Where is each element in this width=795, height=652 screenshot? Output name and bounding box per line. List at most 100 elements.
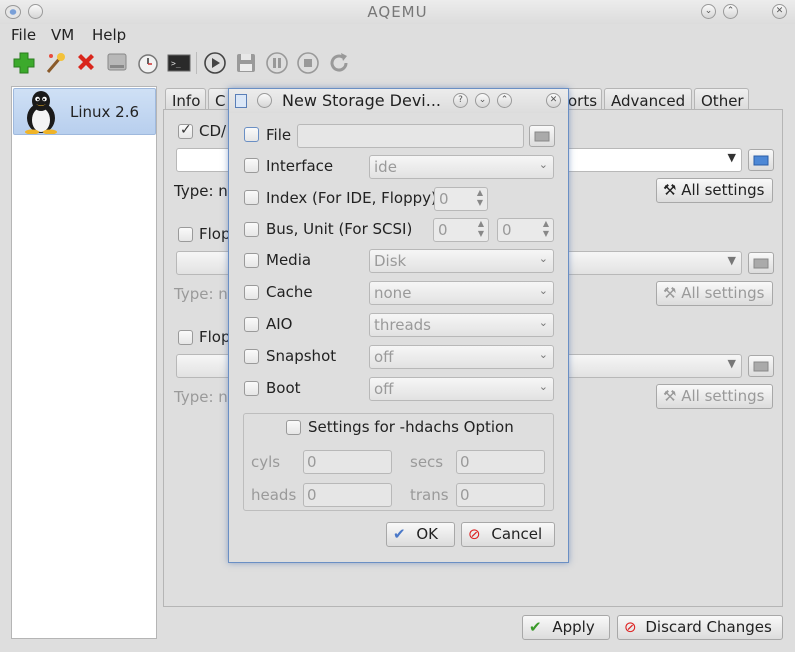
cdrom-browse-button[interactable] [748, 149, 774, 171]
floppy2-all-settings-button[interactable]: ⚒ All settings [656, 384, 773, 409]
floppy2-type-label: Type: n [174, 388, 228, 406]
bus-spinbox[interactable]: 0 ▲ ▼ [433, 218, 489, 242]
snapshot-select[interactable]: off ⌄ [369, 345, 554, 369]
floppy1-browse-button[interactable] [748, 252, 774, 274]
interface-select[interactable]: ide ⌄ [369, 155, 554, 179]
ok-check-icon: ✔ [393, 525, 406, 543]
secs-value: 0 [460, 453, 470, 471]
bus-value: 0 [438, 221, 448, 239]
wizard-icon[interactable] [42, 50, 68, 76]
vm-list: Linux 2.6 [11, 86, 157, 639]
interface-checkbox[interactable] [244, 158, 259, 173]
trans-label: trans [410, 486, 449, 504]
vm-list-item[interactable]: Linux 2.6 [13, 88, 156, 135]
boot-checkbox[interactable] [244, 381, 259, 396]
floppy2-browse-button[interactable] [748, 355, 774, 377]
ok-button[interactable]: ✔ OK [386, 522, 455, 547]
bus-unit-label: Bus, Unit (For SCSI) [266, 220, 413, 238]
timer-icon[interactable] [135, 50, 161, 76]
dialog-titlebar: New Storage Devi... ? ⌄ ⌃ ✕ [229, 89, 568, 113]
cdrom-all-settings-button[interactable]: ⚒ All settings [656, 178, 773, 203]
toolbar-separator [196, 52, 197, 74]
delete-vm-icon[interactable] [73, 50, 99, 76]
save-state-icon[interactable] [233, 50, 259, 76]
index-label: Index (For IDE, Floppy) [266, 189, 437, 207]
discard-changes-button[interactable]: ⊘ Discard Changes [617, 615, 783, 640]
trans-input[interactable]: 0 [456, 483, 545, 507]
new-storage-device-dialog: New Storage Devi... ? ⌄ ⌃ ✕ File Interfa… [228, 88, 569, 563]
cache-value: none [374, 284, 412, 302]
unit-spinbox[interactable]: 0 ▲ ▼ [497, 218, 554, 242]
floppy1-all-settings-label: All settings [681, 284, 765, 302]
dialog-help-button[interactable]: ? [453, 93, 468, 108]
snapshot-checkbox[interactable] [244, 349, 259, 364]
close-button[interactable]: ✕ [772, 4, 787, 19]
trans-value: 0 [460, 486, 470, 504]
add-vm-icon[interactable] [11, 50, 37, 76]
file-label: File [266, 126, 292, 144]
cache-select[interactable]: none ⌄ [369, 281, 554, 305]
index-spinbox[interactable]: 0 ▲ ▼ [434, 187, 488, 211]
terminal-icon[interactable]: >_ [166, 50, 192, 76]
menu-help[interactable]: Help [92, 26, 126, 44]
media-checkbox[interactable] [244, 253, 259, 268]
svg-text:>_: >_ [171, 59, 181, 68]
tab-advanced-label: Advanced [611, 92, 686, 110]
pause-icon[interactable] [264, 50, 290, 76]
cache-checkbox[interactable] [244, 285, 259, 300]
aio-select[interactable]: threads ⌄ [369, 313, 554, 337]
minimize-button[interactable]: ⌄ [701, 4, 716, 19]
media-select[interactable]: Disk ⌄ [369, 249, 554, 273]
boot-select[interactable]: off ⌄ [369, 377, 554, 401]
media-label: Media [266, 251, 312, 269]
dialog-pin-icon[interactable] [257, 93, 272, 108]
floppy1-checkbox[interactable] [178, 227, 193, 242]
dialog-maximize-button[interactable]: ⌃ [497, 93, 512, 108]
cancel-button[interactable]: ⊘ Cancel [461, 522, 555, 547]
tools-icon: ⚒ [663, 181, 677, 199]
file-checkbox[interactable] [244, 127, 259, 142]
secs-input[interactable]: 0 [456, 450, 545, 474]
stop-icon[interactable] [295, 50, 321, 76]
tab-advanced[interactable]: Advanced [604, 88, 692, 111]
tab-other[interactable]: Other [694, 88, 749, 111]
cdrom-label: CD/ [199, 122, 227, 140]
window-title: AQEMU [367, 3, 428, 21]
disk-icon[interactable] [104, 50, 130, 76]
aio-checkbox[interactable] [244, 317, 259, 332]
hdachs-checkbox[interactable] [286, 420, 301, 435]
menu-vm[interactable]: VM [51, 26, 74, 44]
boot-label: Boot [266, 379, 301, 397]
cancel-label: Cancel [491, 525, 543, 543]
file-path-input[interactable] [297, 124, 524, 148]
file-browse-button[interactable] [529, 125, 555, 147]
heads-input[interactable]: 0 [303, 483, 392, 507]
bus-unit-checkbox[interactable] [244, 222, 259, 237]
tab-ports-label: orts [568, 92, 598, 110]
interface-label: Interface [266, 157, 334, 175]
vm-name: Linux 2.6 [70, 103, 140, 121]
dialog-app-icon[interactable] [235, 94, 247, 108]
maximize-button[interactable]: ⌃ [723, 4, 738, 19]
tab-info[interactable]: Info [165, 88, 206, 111]
dialog-close-button[interactable]: ✕ [546, 93, 561, 108]
aio-label: AIO [266, 315, 293, 333]
menu-file[interactable]: File [11, 26, 36, 44]
dialog-minimize-button[interactable]: ⌄ [475, 93, 490, 108]
window-titlebar: AQEMU ⌄ ⌃ ✕ [0, 0, 795, 24]
hdachs-group: Settings for -hdachs Option cyls 0 secs … [243, 413, 554, 511]
cdrom-checkbox[interactable] [178, 122, 193, 139]
snapshot-label: Snapshot [266, 347, 337, 365]
reset-icon[interactable] [326, 50, 352, 76]
hdachs-label: Settings for -hdachs Option [308, 418, 514, 436]
heads-label: heads [251, 486, 297, 504]
index-checkbox[interactable] [244, 190, 259, 205]
floppy1-all-settings-button[interactable]: ⚒ All settings [656, 281, 773, 306]
start-icon[interactable] [202, 50, 228, 76]
floppy2-checkbox[interactable] [178, 330, 193, 345]
tab-ports[interactable]: orts [565, 88, 602, 111]
cyls-input[interactable]: 0 [303, 450, 392, 474]
floppy2-label: Flop [199, 328, 231, 346]
tools-icon: ⚒ [663, 284, 677, 302]
apply-button[interactable]: ✔ Apply [522, 615, 610, 640]
